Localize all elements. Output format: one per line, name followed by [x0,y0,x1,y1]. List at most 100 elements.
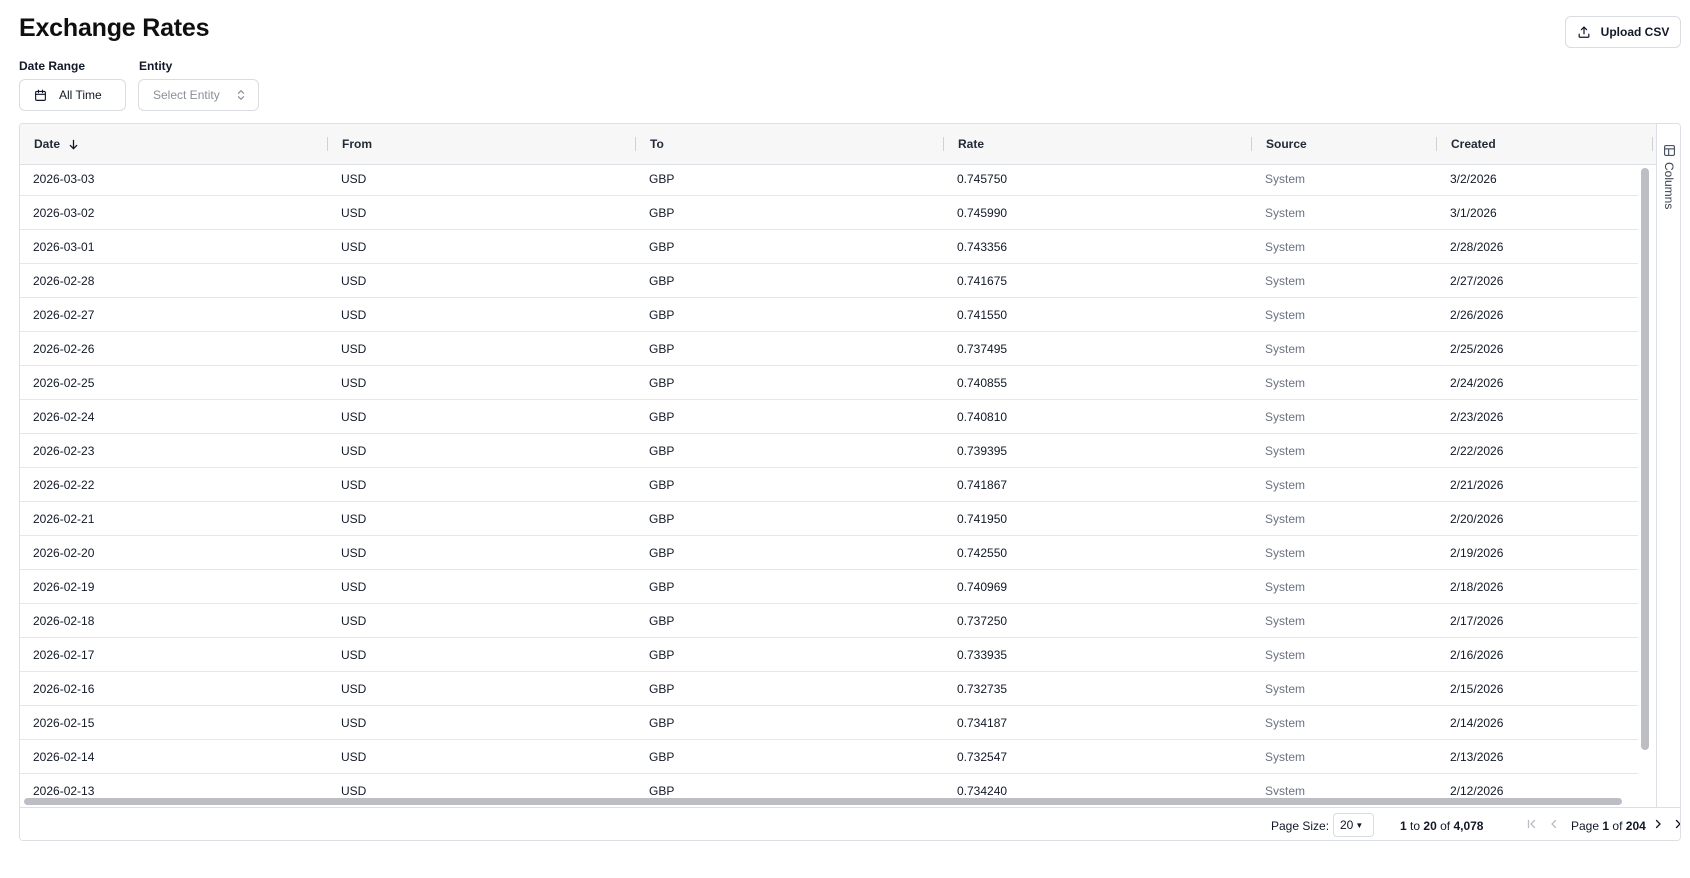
table-row[interactable]: 2026-02-15 USD GBP 0.734187 System 2/14/2026 [20,706,1638,740]
column-resize-handle[interactable] [1436,137,1437,151]
cell-created: 2/21/2026 [1450,477,1504,492]
column-header-source[interactable]: Source [1266,124,1307,164]
cell-created: 2/20/2026 [1450,511,1504,526]
cell-date: 2026-02-27 [33,307,95,322]
cell-created: 3/2/2026 [1450,171,1497,186]
column-resize-handle[interactable] [327,137,328,151]
table-row[interactable]: 2026-03-02 USD GBP 0.745990 System 3/1/2026 [20,196,1638,230]
column-header-label: To [650,137,664,151]
cell-date: 2026-03-02 [33,205,95,220]
cell-date: 2026-02-18 [33,613,95,628]
date-range-picker[interactable]: All Time [19,79,126,111]
cell-from: USD [341,545,367,560]
cell-to: GBP [649,783,675,796]
cell-created: 2/27/2026 [1450,273,1504,288]
first-page-button[interactable] [1525,817,1539,831]
table-row[interactable]: 2026-02-21 USD GBP 0.741950 System 2/20/2026 [20,502,1638,536]
cell-date: 2026-02-21 [33,511,95,526]
cell-to: GBP [649,511,675,526]
prev-page-icon [1551,819,1557,829]
column-header-created[interactable]: Created [1451,124,1496,164]
arrow-down-icon [69,139,78,149]
next-page-button[interactable] [1651,817,1665,831]
cell-source: System [1265,307,1306,322]
table-row[interactable]: 2026-02-28 USD GBP 0.741675 System 2/27/2026 [20,264,1638,298]
upload-csv-button[interactable]: Upload CSV [1565,16,1681,48]
cell-from: USD [341,239,367,254]
horizontal-scrollbar[interactable] [24,798,1622,805]
column-header-label: Rate [958,137,985,151]
cell-from: USD [341,375,367,390]
table-columns-icon [1664,145,1675,156]
cell-source: System [1265,579,1306,594]
column-header-to[interactable]: To [650,124,664,164]
column-resize-handle[interactable] [635,137,636,151]
cell-from: USD [341,681,367,696]
cell-created: 2/16/2026 [1450,647,1504,662]
column-header-label: Source [1266,137,1307,151]
cell-created: 2/22/2026 [1450,443,1504,458]
column-resize-handle[interactable] [943,137,944,151]
cell-from: USD [341,307,367,322]
cell-rate: 0.742550 [957,545,1008,560]
row-to-word: to [1410,819,1421,833]
cell-rate: 0.743356 [957,239,1008,254]
cell-source: System [1265,681,1306,696]
last-page-button[interactable] [1672,817,1680,831]
page-current: 1 [1602,819,1610,833]
cell-created: 3/1/2026 [1450,205,1497,220]
table-row[interactable]: 2026-02-16 USD GBP 0.732735 System 2/15/2026 [20,672,1638,706]
page-size-select[interactable]: 20 ▼ [1333,813,1374,837]
table-row[interactable]: 2026-02-24 USD GBP 0.740810 System 2/23/2026 [20,400,1638,434]
table-row[interactable]: 2026-02-25 USD GBP 0.740855 System 2/24/2026 [20,366,1638,400]
previous-page-button[interactable] [1547,817,1561,831]
entity-label: Entity [139,59,173,73]
column-header-from[interactable]: From [342,124,372,164]
columns-side-panel[interactable]: Columns [1656,124,1680,815]
column-header-label: Date [34,137,61,151]
cell-created: 2/23/2026 [1450,409,1504,424]
table-row[interactable]: 2026-02-26 USD GBP 0.737495 System 2/25/2026 [20,332,1638,366]
cell-rate: 0.740855 [957,375,1008,390]
cell-rate: 0.741675 [957,273,1008,288]
cell-date: 2026-02-17 [33,647,95,662]
table-row[interactable]: 2026-02-14 USD GBP 0.732547 System 2/13/2026 [20,740,1638,774]
caret-down-icon: ▼ [1355,820,1364,830]
cell-from: USD [341,443,367,458]
column-header-label: From [342,137,372,151]
cell-source: System [1265,273,1306,288]
table-row[interactable]: 2026-02-19 USD GBP 0.740969 System 2/18/2026 [20,570,1638,604]
column-header-rate[interactable]: Rate [958,124,984,164]
column-resize-handle[interactable] [1251,137,1252,151]
table-row[interactable]: 2026-02-23 USD GBP 0.739395 System 2/22/2026 [20,434,1638,468]
table-row[interactable]: 2026-02-27 USD GBP 0.741550 System 2/26/2026 [20,298,1638,332]
table-row[interactable]: 2026-02-17 USD GBP 0.733935 System 2/16/2026 [20,638,1638,672]
cell-created: 2/28/2026 [1450,239,1504,254]
table-row[interactable]: 2026-02-13 USD GBP 0.734240 System 2/12/2026 [20,774,1638,796]
table-row[interactable]: 2026-03-03 USD GBP 0.745750 System 3/2/2026 [20,165,1638,196]
vertical-scrollbar[interactable] [1641,168,1649,750]
cell-rate: 0.734240 [957,783,1008,796]
cell-to: GBP [649,681,675,696]
entity-select[interactable]: Select Entity [138,79,259,111]
pagination-footer: Page Size: 20 ▼ 1 to 20 of 4,078 Page 1 … [20,807,1680,840]
cell-source: System [1265,613,1306,628]
cell-source: System [1265,477,1306,492]
page-word: Page [1571,819,1600,833]
column-header-label: Created [1451,137,1496,151]
column-header-date[interactable]: Date [34,124,79,164]
table-row[interactable]: 2026-02-20 USD GBP 0.742550 System 2/19/2026 [20,536,1638,570]
cell-source: System [1265,341,1306,356]
cell-to: GBP [649,273,675,288]
cell-rate: 0.739395 [957,443,1008,458]
table-row[interactable]: 2026-02-22 USD GBP 0.741867 System 2/21/2026 [20,468,1638,502]
column-resize-handle[interactable] [1652,137,1653,151]
columns-panel-label: Columns [1662,162,1676,210]
table-row[interactable]: 2026-02-18 USD GBP 0.737250 System 2/17/2026 [20,604,1638,638]
cell-rate: 0.740969 [957,579,1008,594]
table-row[interactable]: 2026-03-01 USD GBP 0.743356 System 2/28/2026 [20,230,1638,264]
row-to: 20 [1423,819,1437,833]
cell-to: GBP [649,545,675,560]
cell-rate: 0.732547 [957,749,1008,764]
page-size-label: Page Size: [1271,819,1330,833]
